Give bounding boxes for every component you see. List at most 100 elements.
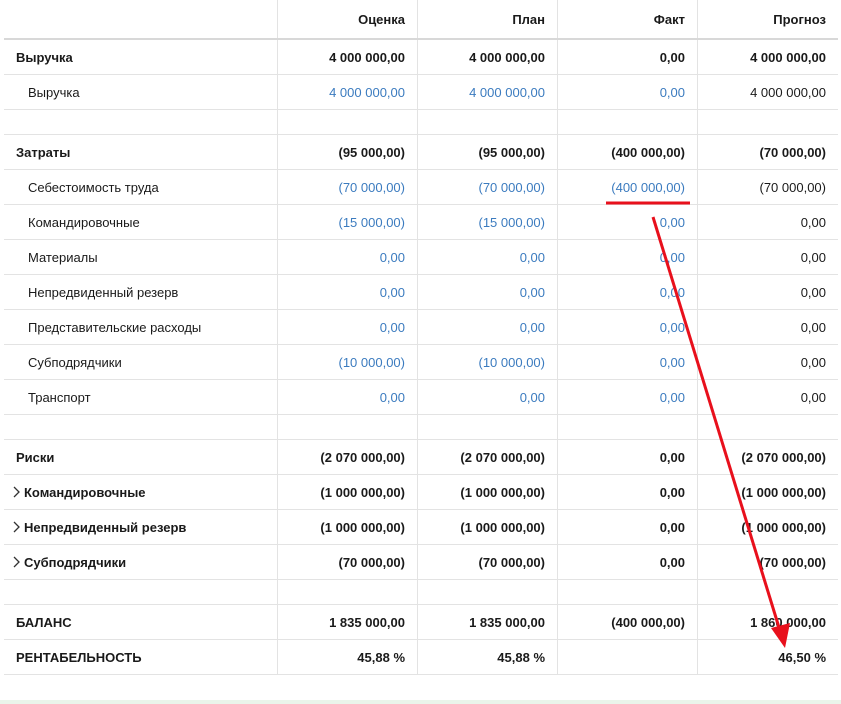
row-label: Выручка [16, 49, 73, 65]
table-row: Транспорт 0,00 0,00 0,00 0,00 [4, 380, 838, 415]
table-row: РЕНТАБЕЛЬНОСТЬ 45,88 % 45,88 % 46,50 % [4, 640, 838, 675]
cell-plan: (1 000 000,00) [418, 510, 558, 544]
cell-plan: (2 070 000,00) [418, 440, 558, 474]
cell-estimate[interactable]: 0,00 [278, 240, 418, 274]
header-plan[interactable]: План [418, 0, 558, 38]
cell-fact: 0,00 [558, 545, 698, 579]
cell-forecast: 0,00 [800, 284, 826, 300]
cell-plan: (70 000,00) [418, 545, 558, 579]
row-label-cell: Непредвиденный резерв [4, 275, 278, 309]
cell-plan[interactable]: 0,00 [418, 380, 558, 414]
cell-estimate: (70 000,00) [278, 545, 418, 579]
row-label-cell: Себестоимость труда [4, 170, 278, 204]
cell-forecast: (2 070 000,00) [741, 449, 826, 465]
cell-estimate[interactable]: 0,00 [278, 275, 418, 309]
row-label: Затраты [16, 144, 71, 160]
cell-fact [558, 415, 698, 439]
header-estimate[interactable]: Оценка [278, 0, 418, 38]
table-row: Выручка 4 000 000,00 4 000 000,00 0,00 4 000… [4, 75, 838, 110]
cell-estimate[interactable]: 4 000 000,00 [278, 75, 418, 109]
table-row: Непредвиденный резерв 0,00 0,00 0,00 0,00 [4, 275, 838, 310]
cell-plan[interactable]: 0,00 [418, 310, 558, 344]
row-label: Выручка [28, 84, 80, 100]
cell-estimate: (1 000 000,00) [278, 510, 418, 544]
cell-plan: 4 000 000,00 [418, 40, 558, 74]
row-label-cell [4, 415, 278, 439]
header-fact[interactable]: Факт [558, 0, 698, 38]
cell-fact: 0,00 [558, 40, 698, 74]
cell-forecast: 0,00 [800, 319, 826, 335]
cell-fact: (400 000,00) [558, 605, 698, 639]
cell-forecast [698, 580, 838, 604]
cell-estimate: (2 070 000,00) [278, 440, 418, 474]
cell-plan[interactable]: (10 000,00) [418, 345, 558, 379]
cell-plan [418, 110, 558, 134]
row-label-cell: БАЛАНС [4, 605, 278, 639]
table-row[interactable]: Субподрядчики (70 000,00) (70 000,00) 0,00(… [4, 545, 838, 580]
cell-plan [418, 580, 558, 604]
cell-plan [418, 415, 558, 439]
row-label-cell: Командировочные [4, 475, 278, 509]
cell-estimate[interactable]: 0,00 [278, 380, 418, 414]
cell-plan[interactable]: 0,00 [418, 275, 558, 309]
row-label: БАЛАНС [16, 614, 72, 630]
cell-estimate [278, 415, 418, 439]
cell-fact[interactable]: 0,00 [558, 380, 698, 414]
chevron-right-icon[interactable] [12, 556, 24, 568]
cell-estimate[interactable]: (70 000,00) [278, 170, 418, 204]
cell-fact[interactable]: (400 000,00) [558, 170, 698, 204]
row-label-cell: Выручка [4, 40, 278, 74]
row-label-cell: Материалы [4, 240, 278, 274]
budget-grid: Оценка План Факт Прогноз Выручка 4 000 00… [4, 0, 838, 675]
row-label: Непредвиденный резерв [24, 519, 187, 535]
table-row[interactable]: Командировочные (1 000 000,00) (1 000 000,… [4, 475, 838, 510]
cell-fact[interactable]: 0,00 [558, 75, 698, 109]
spacer-row [4, 110, 838, 135]
cell-plan[interactable]: 4 000 000,00 [418, 75, 558, 109]
cell-estimate: 1 835 000,00 [278, 605, 418, 639]
row-label-cell: Представительские расходы [4, 310, 278, 344]
cell-forecast: 0,00 [800, 354, 826, 370]
cell-fact[interactable]: 0,00 [558, 310, 698, 344]
cell-plan[interactable]: (70 000,00) [418, 170, 558, 204]
cell-estimate: 45,88 % [278, 640, 418, 674]
cell-fact [558, 580, 698, 604]
row-label-cell: Субподрядчики [4, 345, 278, 379]
cell-forecast: (1 000 000,00) [741, 484, 826, 500]
row-label-cell: Риски [4, 440, 278, 474]
cell-estimate: (95 000,00) [278, 135, 418, 169]
row-label: Непредвиденный резерв [28, 284, 179, 300]
cell-estimate[interactable]: 0,00 [278, 310, 418, 344]
cell-fact: 0,00 [558, 510, 698, 544]
row-label-cell: Командировочные [4, 205, 278, 239]
row-label: Командировочные [28, 214, 140, 230]
cell-fact: 0,00 [558, 475, 698, 509]
cell-forecast: 0,00 [800, 249, 826, 265]
cell-plan[interactable]: 0,00 [418, 240, 558, 274]
row-label: Субподрядчики [24, 554, 127, 570]
cell-estimate[interactable]: (15 000,00) [278, 205, 418, 239]
table-row: Выручка 4 000 000,00 4 000 000,00 0,00 4 000… [4, 40, 838, 75]
header-forecast[interactable]: Прогноз [698, 0, 838, 38]
cell-estimate[interactable]: (10 000,00) [278, 345, 418, 379]
row-label: Субподрядчики [28, 354, 122, 370]
cell-forecast: (70 000,00) [759, 144, 827, 160]
row-label-cell: Выручка [4, 75, 278, 109]
cell-estimate: 4 000 000,00 [278, 40, 418, 74]
table-row: БАЛАНС 1 835 000,00 1 835 000,00 (400 000,0… [4, 605, 838, 640]
row-label-cell: Транспорт [4, 380, 278, 414]
row-label: Материалы [28, 249, 98, 265]
cell-fact[interactable]: 0,00 [558, 345, 698, 379]
table-row[interactable]: Непредвиденный резерв (1 000 000,00) (1 00… [4, 510, 838, 545]
chevron-right-icon[interactable] [12, 521, 24, 533]
grid-body: Выручка 4 000 000,00 4 000 000,00 0,00 4 000… [4, 40, 838, 675]
cell-plan[interactable]: (15 000,00) [418, 205, 558, 239]
cell-fact[interactable]: 0,00 [558, 275, 698, 309]
cell-fact[interactable]: 0,00 [558, 240, 698, 274]
cell-fact[interactable]: 0,00 [558, 205, 698, 239]
table-row: Затраты (95 000,00) (95 000,00) (400 000,00… [4, 135, 838, 170]
row-label: Транспорт [28, 389, 91, 405]
cell-forecast: 46,50 % [778, 649, 826, 665]
chevron-right-icon[interactable] [12, 486, 24, 498]
row-label-cell: РЕНТАБЕЛЬНОСТЬ [4, 640, 278, 674]
